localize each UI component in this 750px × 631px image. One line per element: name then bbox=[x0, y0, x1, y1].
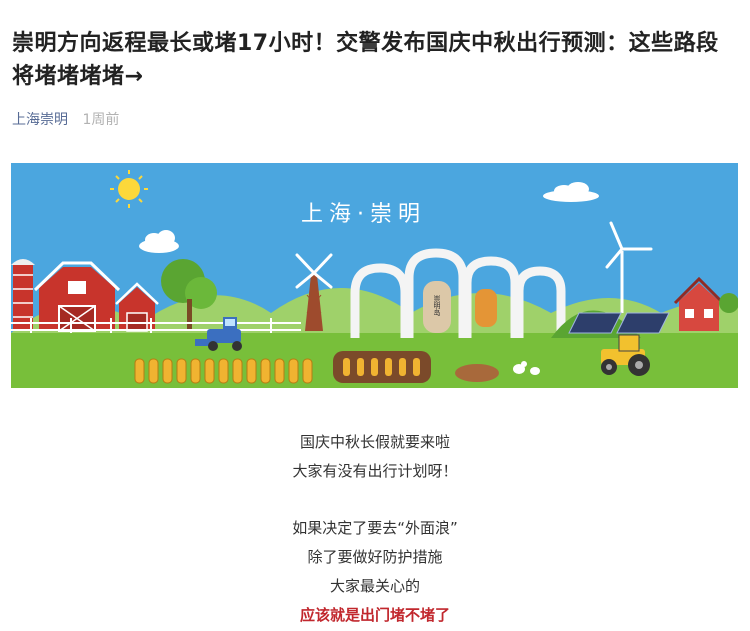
author-link[interactable]: 上海崇明 bbox=[12, 112, 68, 128]
body-line: 除了要做好防护措施 bbox=[307, 548, 443, 566]
highlight-line: 应该就是出门堵不堵了 bbox=[299, 606, 450, 624]
gate-text: 崇明岛 bbox=[433, 295, 441, 317]
body-line: 大家最关心的 bbox=[329, 577, 420, 595]
banner-caption: 上海·崇明 bbox=[301, 202, 426, 227]
body-line: 如果决定了要去“外面浪” bbox=[292, 519, 458, 537]
article-meta: 上海崇明 1周前 bbox=[12, 109, 119, 129]
body-line: 国庆中秋长假就要来啦 bbox=[299, 433, 450, 451]
body-line: 大家有没有出行计划呀！ bbox=[292, 462, 458, 480]
article-body: 国庆中秋长假就要来啦 大家有没有出行计划呀！ 如果决定了要去“外面浪” 除了要做… bbox=[0, 428, 750, 630]
article-title: 崇明方向返程最长或堵17小时！交警发布国庆中秋出行预测：这些路段将堵堵堵堵→ bbox=[12, 31, 719, 89]
banner-image: 上海·崇明 崇明岛 bbox=[11, 163, 738, 388]
publish-time: 1周前 bbox=[82, 112, 120, 128]
